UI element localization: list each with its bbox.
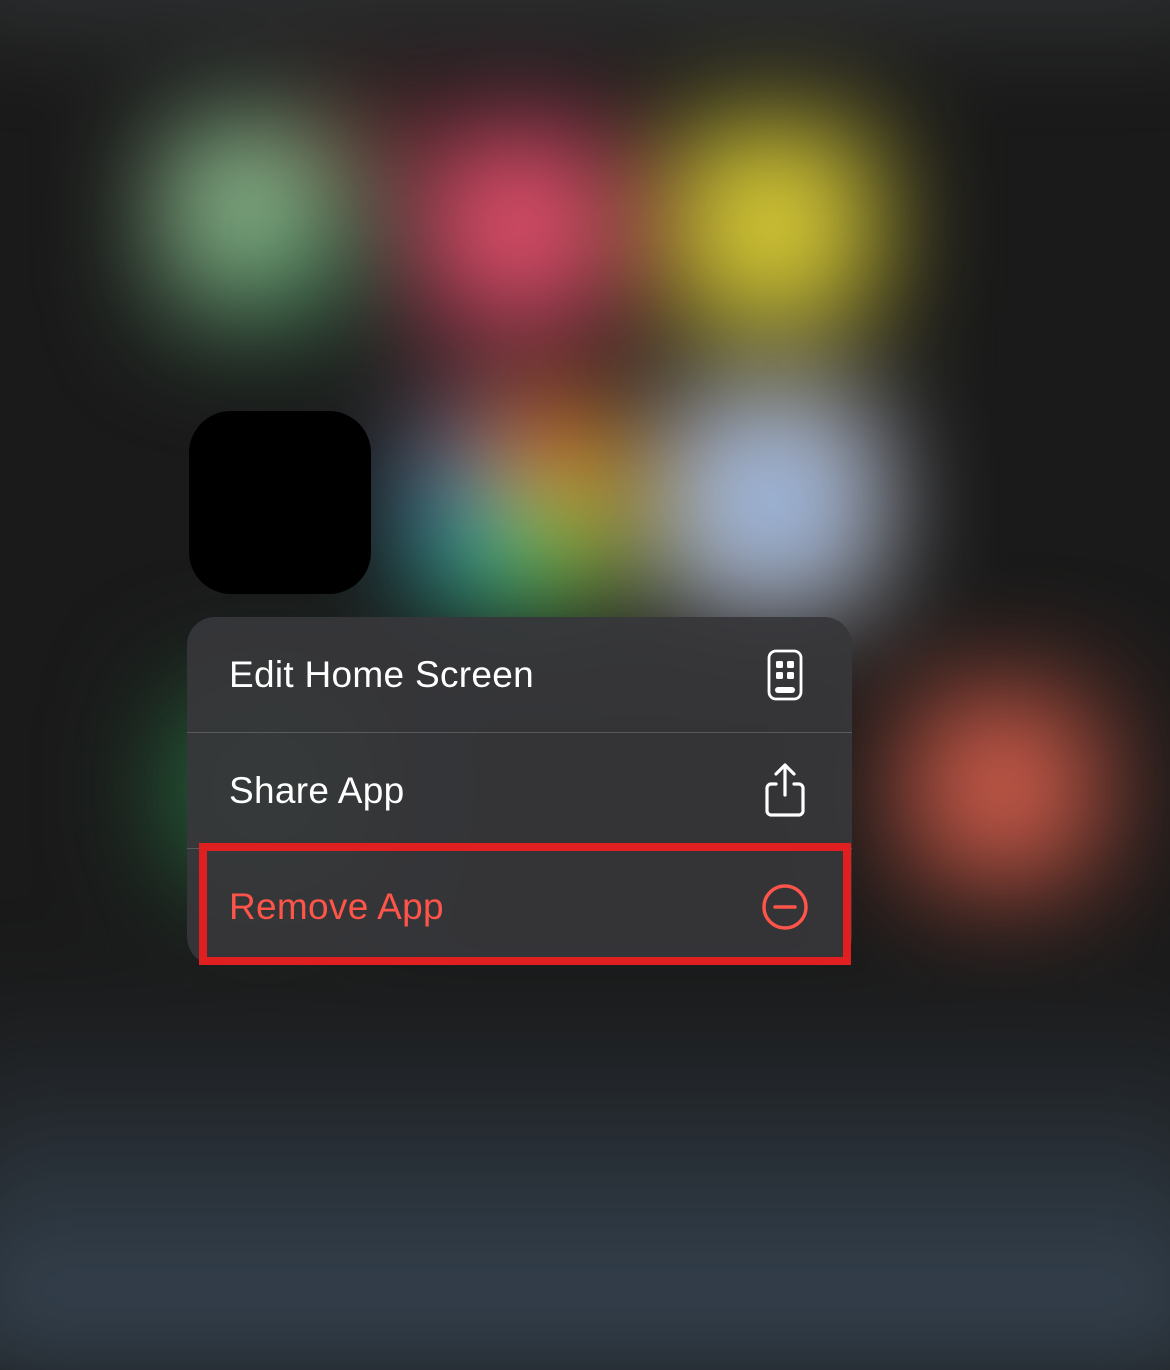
- share-icon: [760, 766, 810, 816]
- menu-item-label: Share App: [229, 770, 405, 812]
- edit-home-screen-menu-item[interactable]: Edit Home Screen: [187, 617, 852, 733]
- selected-app-icon[interactable]: [189, 411, 371, 594]
- remove-app-menu-item[interactable]: Remove App: [187, 849, 852, 965]
- menu-item-label: Edit Home Screen: [229, 654, 534, 696]
- minus-circle-icon: [760, 882, 810, 932]
- app-context-menu: Edit Home Screen Share App Remove App: [187, 617, 852, 965]
- menu-item-label: Remove App: [229, 886, 444, 928]
- home-screen-edit-icon: [760, 650, 810, 700]
- share-app-menu-item[interactable]: Share App: [187, 733, 852, 849]
